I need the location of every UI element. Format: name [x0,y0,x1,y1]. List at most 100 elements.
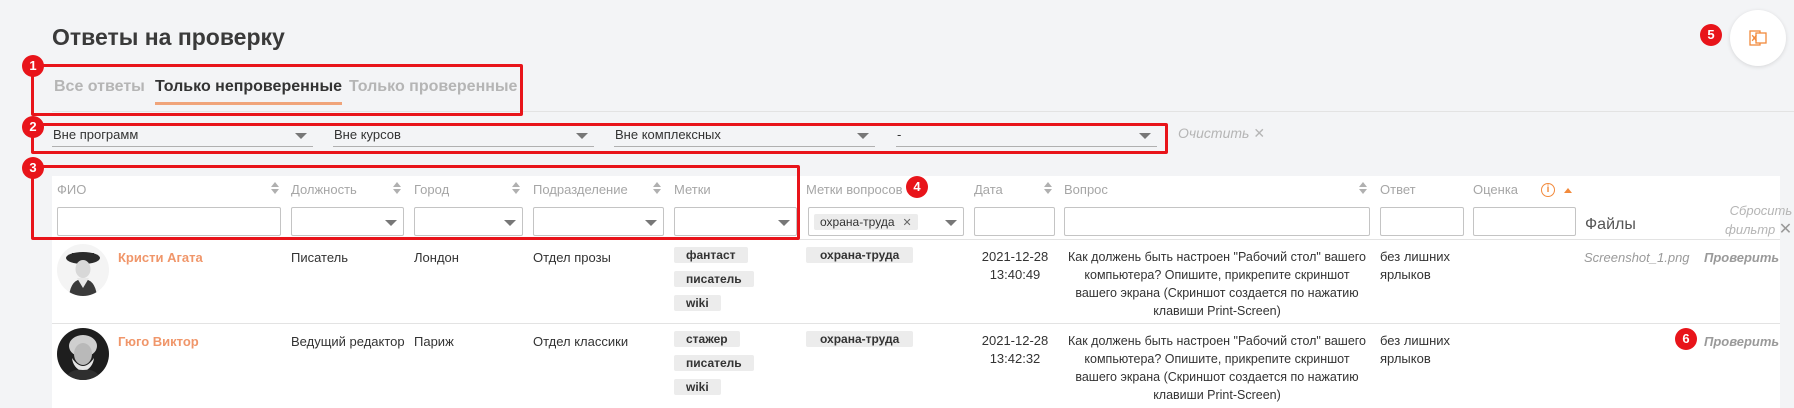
sort-icon[interactable] [512,182,520,194]
grade-filter-input[interactable] [1473,207,1576,236]
department-cell: Отдел прозы [533,250,611,265]
question-tags-filter-select[interactable]: охрана-труда ✕ [808,207,964,236]
tags-cell: фантаст писатель wiki [674,246,784,318]
tag-chip[interactable]: wiki [674,379,721,395]
avatar[interactable] [57,244,109,296]
clear-filters-label: Очистить [1178,125,1250,141]
excel-export-icon [1749,30,1767,46]
excel-export-button[interactable] [1730,10,1786,66]
city-filter-select[interactable] [414,207,523,236]
chevron-down-icon [576,133,588,139]
date-value: 2021-12-28 [981,333,1049,348]
column-header-department[interactable]: Подразделение [533,182,628,197]
sort-icon[interactable] [653,182,661,194]
annotation-badge: 4 [906,176,928,198]
column-header-question[interactable]: Вопрос [1064,182,1108,197]
app-root: Ответы на проверку Все ответы Только неп… [0,0,1794,408]
tag-chip[interactable]: стажер [674,331,740,347]
question-cell: Как должень быть настроен "Рабочий стол"… [1067,250,1367,318]
info-icon[interactable]: i [1541,183,1555,197]
file-link[interactable]: Screenshot_1.png [1584,250,1690,265]
time-value: 13:40:49 [989,267,1041,282]
answer-filter-input[interactable] [1380,207,1464,236]
program-select-value: Вне программ [53,127,139,142]
question-tag-chip[interactable]: охрана-труда [806,331,914,347]
user-name-link[interactable]: Гюго Виктор [118,334,199,349]
avatar-image [57,328,109,380]
city-cell: Париж [414,334,454,349]
complex-select[interactable]: Вне комплексных [614,125,875,147]
course-select[interactable]: Вне курсов [333,125,594,147]
answer-cell: без лишних ярлыков [1380,249,1451,282]
sort-asc-icon[interactable] [1564,188,1572,193]
question-tag-filter-chip-label: охрана-труда [820,215,895,229]
chevron-down-icon [385,220,397,226]
position-filter-select[interactable] [291,207,404,236]
close-icon: ✕ [1253,125,1266,141]
sort-icon[interactable] [271,182,279,194]
tab-unchecked[interactable]: Только непроверенные [155,78,343,105]
column-header-answer[interactable]: Ответ [1380,182,1416,197]
reset-filter-button[interactable]: Сбросить фильтр ✕ [1725,201,1792,239]
column-header-grade[interactable]: Оценка [1473,182,1518,197]
fio-filter-input[interactable] [57,207,281,236]
user-name-link[interactable]: Кристи Агата [118,250,203,265]
sort-icon[interactable] [1044,182,1052,194]
date-cell: 2021-12-28 13:42:32 [974,332,1056,368]
page-title: Ответы на проверку [52,24,285,50]
complex-select-value: Вне комплексных [615,127,721,142]
sort-icon[interactable] [393,182,401,194]
annotation-badge: 2 [22,116,44,138]
column-header-position[interactable]: Должность [291,182,357,197]
check-answer-link[interactable]: Проверить [1704,334,1779,349]
tag-chip[interactable]: писатель [674,271,754,287]
close-icon: ✕ [1778,221,1793,238]
sort-icon[interactable] [1359,182,1367,194]
time-value: 13:42:32 [989,351,1041,366]
program-select[interactable]: Вне программ [52,125,313,147]
position-cell: Писатель [291,250,349,265]
table-row: Гюго Виктор Ведущий редактор Париж Отдел… [52,324,1780,408]
clear-filters-button[interactable]: Очистить ✕ [1178,125,1265,142]
tags-filter-select[interactable] [674,207,797,236]
question-tag-filter-chip: охрана-труда ✕ [814,214,918,230]
chevron-down-icon [1139,133,1151,139]
position-cell: Ведущий редактор [291,334,405,349]
chevron-down-icon [778,220,790,226]
tab-all-answers[interactable]: Все ответы [54,78,145,96]
date-value: 2021-12-28 [981,249,1049,264]
tag-chip[interactable]: wiki [674,295,721,311]
annotation-badge: 3 [22,157,44,179]
tab-checked[interactable]: Только проверенные [349,78,517,96]
close-icon[interactable]: ✕ [903,217,912,229]
annotation-badge: 5 [1700,24,1722,46]
column-header-fio[interactable]: ФИО [57,182,86,197]
column-header-tags[interactable]: Метки [674,182,711,197]
column-header-city[interactable]: Город [414,182,449,197]
question-filter-input[interactable] [1064,207,1370,236]
column-header-files: Файлы [1585,216,1636,233]
course-select-value: Вне курсов [334,127,401,142]
fourth-select-value: - [897,127,902,142]
city-cell: Лондон [414,250,459,265]
avatar[interactable] [57,328,109,380]
annotation-badge: 1 [22,55,44,77]
reset-filter-label-line1: Сбросить [1729,203,1793,218]
question-tags-cell: охрана-труда [806,330,914,348]
column-header-date[interactable]: Дата [974,182,1003,197]
question-tag-chip[interactable]: охрана-труда [806,247,914,263]
column-header-question-tags[interactable]: Метки вопросов [806,182,903,197]
tags-cell: стажер писатель wiki [674,330,784,402]
chevron-down-icon [295,133,307,139]
chevron-down-icon [857,133,869,139]
tag-chip[interactable]: фантаст [674,247,748,263]
department-cell: Отдел классики [533,334,629,349]
check-answer-link[interactable]: Проверить [1704,250,1779,265]
tag-chip[interactable]: писатель [674,355,754,371]
fourth-select[interactable]: - [896,125,1157,147]
date-filter-input[interactable] [974,207,1055,236]
chevron-down-icon [645,220,657,226]
question-tags-cell: охрана-труда [806,246,914,264]
department-filter-select[interactable] [533,207,664,236]
date-cell: 2021-12-28 13:40:49 [974,248,1056,284]
